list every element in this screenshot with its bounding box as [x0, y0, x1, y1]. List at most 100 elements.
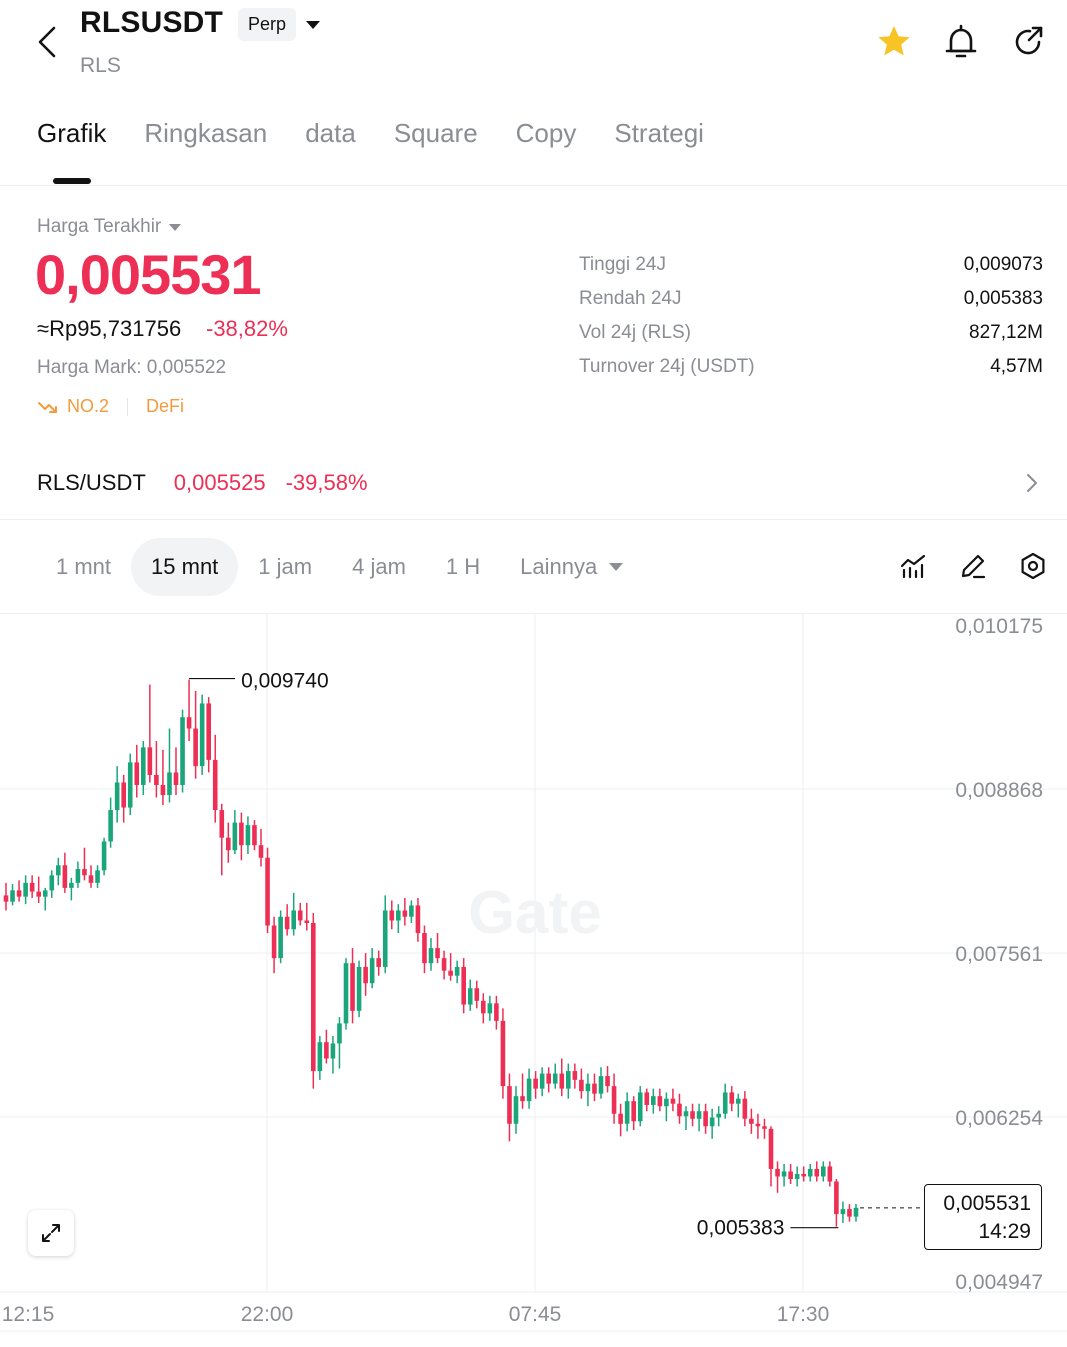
- interval-4h[interactable]: 4 jam: [332, 538, 426, 596]
- candle-body: [29, 882, 35, 892]
- y-tick-label: 0,007561: [955, 943, 1043, 966]
- chart-settings-button[interactable]: [1016, 549, 1050, 583]
- candle-body: [369, 958, 375, 984]
- candle-body: [206, 703, 211, 760]
- high-marker-label: 0,009740: [241, 670, 329, 693]
- candle-body: [226, 837, 231, 851]
- candle-body: [56, 865, 61, 876]
- candle-body: [768, 1128, 774, 1169]
- tab-strategi[interactable]: Strategi: [614, 118, 704, 149]
- candle-body: [23, 882, 28, 897]
- candle-body: [121, 782, 126, 808]
- candle-body: [180, 717, 185, 785]
- share-icon: [1015, 26, 1043, 55]
- candle-body: [507, 1086, 512, 1124]
- candle-body: [16, 890, 22, 897]
- candle-body: [461, 966, 466, 1005]
- candle-body: [631, 1101, 636, 1122]
- chevron-right-icon[interactable]: [1020, 470, 1044, 496]
- candle-body: [363, 966, 368, 984]
- candle-body: [75, 869, 81, 883]
- tab-ringkasan[interactable]: Ringkasan: [144, 118, 267, 149]
- spot-pair-change: -39,58%: [285, 470, 368, 495]
- price-idr: ≈Rp95,731756: [37, 316, 182, 341]
- last-price: 0,005531: [35, 243, 262, 306]
- candle-body: [147, 747, 153, 775]
- candle-body: [520, 1096, 525, 1102]
- interval-1h[interactable]: 1 jam: [238, 538, 332, 596]
- interval-more-label: Lainnya: [520, 554, 598, 579]
- interval-more-dropdown[interactable]: Lainnya: [500, 538, 643, 596]
- candle-body: [834, 1181, 839, 1215]
- interval-15m[interactable]: 15 mnt: [131, 538, 239, 596]
- sector-tag[interactable]: DeFi: [146, 396, 184, 417]
- spot-pair-price: 0,005525: [173, 470, 266, 495]
- indicator-button[interactable]: [896, 549, 930, 583]
- candle-body: [10, 890, 15, 902]
- candle-body: [651, 1096, 656, 1105]
- candle-body: [801, 1173, 806, 1177]
- candle-body: [755, 1123, 761, 1127]
- candle-body: [134, 762, 140, 785]
- candle-body: [219, 810, 225, 838]
- candle-body: [297, 910, 303, 921]
- fullscreen-button[interactable]: [28, 1210, 74, 1256]
- candle-body: [337, 1023, 342, 1044]
- candle-body: [533, 1078, 538, 1089]
- candle-body: [618, 1113, 623, 1124]
- interval-1m[interactable]: 1 mnt: [36, 538, 131, 596]
- candle-body: [36, 891, 41, 897]
- pencil-icon: [961, 554, 986, 579]
- candlestick-chart[interactable]: Gate 0,010175 0,008868 0,007561 0,006254 0,0…: [0, 613, 1067, 1347]
- candle-body: [696, 1111, 702, 1119]
- contract-symbol[interactable]: RLSUSDT: [80, 6, 223, 40]
- indicator-icon: [900, 554, 926, 579]
- caret-down-icon: [306, 20, 321, 29]
- favorite-button[interactable]: [872, 20, 916, 64]
- candle-body: [749, 1118, 754, 1124]
- y-tick-label: 0,010175: [955, 615, 1043, 638]
- stat-label-volume: Vol 24j (RLS): [579, 322, 691, 343]
- tab-square[interactable]: Square: [394, 118, 478, 149]
- stat-value-high: 0,009073: [963, 254, 1043, 275]
- price-type-dropdown[interactable]: Harga Terakhir: [37, 216, 182, 238]
- candle-body: [389, 910, 395, 921]
- candle-body: [324, 1042, 329, 1059]
- candle-body: [853, 1207, 859, 1217]
- candle-body: [199, 703, 205, 767]
- tab-grafik[interactable]: Grafik: [37, 118, 106, 149]
- draw-button[interactable]: [956, 549, 990, 583]
- tab-data[interactable]: data: [305, 118, 356, 149]
- back-button[interactable]: [30, 22, 70, 62]
- candle-body: [487, 1003, 493, 1014]
- candle-countdown: 14:29: [978, 1220, 1031, 1243]
- rank-tag[interactable]: NO.2: [37, 396, 109, 417]
- stat-label-turnover: Turnover 24j (USDT): [579, 356, 755, 377]
- low-marker-label: 0,005383: [697, 1217, 785, 1240]
- mark-price: Harga Mark: 0,005522: [37, 357, 227, 378]
- candle-body: [526, 1078, 532, 1102]
- candle-body: [49, 875, 55, 891]
- spot-pair-row[interactable]: RLS/USDT 0,005525 -39,58%: [37, 470, 368, 496]
- main-tabs: Grafik Ringkasan data Square Copy Strate…: [37, 118, 704, 149]
- candle-body: [415, 905, 421, 934]
- candle-body: [664, 1098, 669, 1107]
- candle-body: [683, 1111, 689, 1117]
- candle-body: [409, 905, 414, 917]
- tab-copy[interactable]: Copy: [516, 118, 577, 149]
- candle-body: [644, 1092, 650, 1105]
- candle-body: [343, 963, 349, 1024]
- candle-body: [559, 1073, 565, 1089]
- candle-body: [69, 882, 74, 888]
- alert-button[interactable]: [939, 20, 983, 64]
- contract-type-dropdown[interactable]: Perp: [238, 6, 321, 43]
- candle-body: [448, 970, 453, 976]
- candle-body: [141, 747, 146, 785]
- candle-body: [481, 1000, 486, 1014]
- candle-body: [291, 910, 296, 930]
- contract-type-tag: Perp: [238, 8, 297, 41]
- interval-1d[interactable]: 1 H: [426, 538, 500, 596]
- share-button[interactable]: [1006, 20, 1050, 64]
- candle-body: [572, 1071, 578, 1080]
- base-asset: RLS: [80, 54, 121, 77]
